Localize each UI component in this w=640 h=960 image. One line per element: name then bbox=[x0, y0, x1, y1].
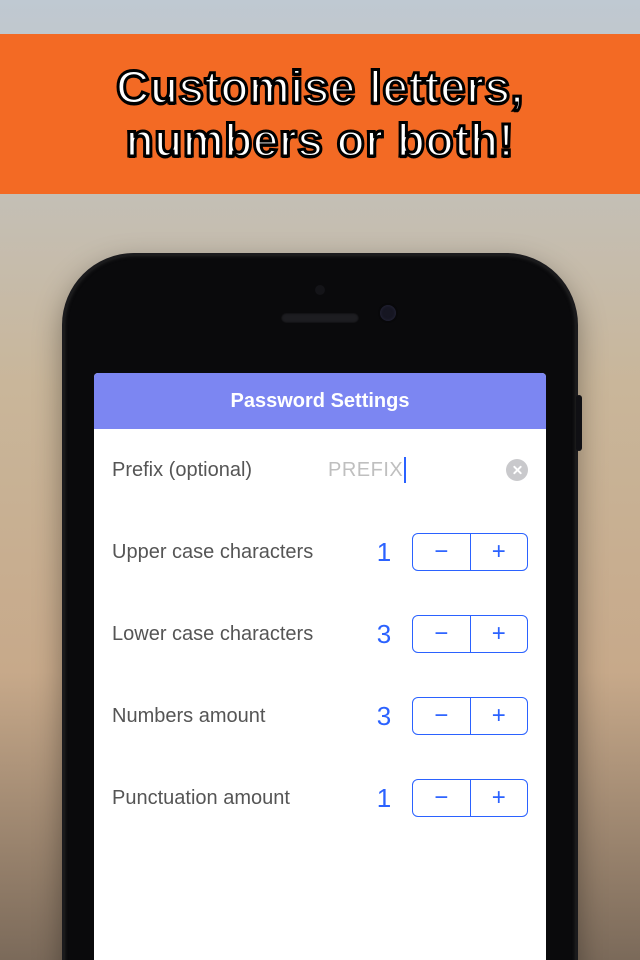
uppercase-label: Upper case characters bbox=[112, 541, 364, 564]
punctuation-stepper: − + bbox=[412, 779, 528, 817]
screen-title: Password Settings bbox=[231, 390, 410, 413]
numbers-value: 3 bbox=[364, 701, 404, 732]
app-store-screenshot: Customise letters,numbers or both! Passw… bbox=[0, 0, 640, 960]
uppercase-stepper: − + bbox=[412, 533, 528, 571]
numbers-row: Numbers amount 3 − + bbox=[112, 675, 528, 757]
clear-icon[interactable] bbox=[506, 459, 528, 481]
prefix-value: PREFIX bbox=[328, 459, 403, 482]
phone-camera bbox=[380, 305, 396, 321]
promo-text: Customise letters,numbers or both! bbox=[116, 61, 524, 167]
punctuation-label: Punctuation amount bbox=[112, 787, 364, 810]
prefix-row: Prefix (optional) PREFIX bbox=[112, 429, 528, 511]
proximity-sensor bbox=[315, 285, 325, 295]
numbers-stepper: − + bbox=[412, 697, 528, 735]
lowercase-plus-button[interactable]: + bbox=[471, 616, 528, 652]
phone-frame: Password Settings Prefix (optional) PREF… bbox=[64, 255, 576, 960]
prefix-input[interactable]: PREFIX bbox=[328, 453, 528, 487]
lowercase-row: Lower case characters 3 − + bbox=[112, 593, 528, 675]
phone-screen: Password Settings Prefix (optional) PREF… bbox=[94, 373, 546, 960]
punctuation-minus-button[interactable]: − bbox=[413, 780, 471, 816]
uppercase-value: 1 bbox=[364, 537, 404, 568]
lowercase-stepper: − + bbox=[412, 615, 528, 653]
numbers-plus-button[interactable]: + bbox=[471, 698, 528, 734]
uppercase-minus-button[interactable]: − bbox=[413, 534, 471, 570]
uppercase-plus-button[interactable]: + bbox=[471, 534, 528, 570]
promo-banner: Customise letters,numbers or both! bbox=[0, 34, 640, 194]
numbers-label: Numbers amount bbox=[112, 705, 364, 728]
punctuation-plus-button[interactable]: + bbox=[471, 780, 528, 816]
phone-earpiece bbox=[281, 313, 359, 323]
punctuation-row: Punctuation amount 1 − + bbox=[112, 757, 528, 839]
punctuation-value: 1 bbox=[364, 783, 404, 814]
text-caret bbox=[404, 457, 406, 483]
screen-title-bar: Password Settings bbox=[94, 373, 546, 429]
uppercase-row: Upper case characters 1 − + bbox=[112, 511, 528, 593]
settings-list: Prefix (optional) PREFIX Upper case char… bbox=[94, 429, 546, 839]
lowercase-label: Lower case characters bbox=[112, 623, 364, 646]
lowercase-minus-button[interactable]: − bbox=[413, 616, 471, 652]
lowercase-value: 3 bbox=[364, 619, 404, 650]
prefix-label: Prefix (optional) bbox=[112, 459, 328, 482]
numbers-minus-button[interactable]: − bbox=[413, 698, 471, 734]
